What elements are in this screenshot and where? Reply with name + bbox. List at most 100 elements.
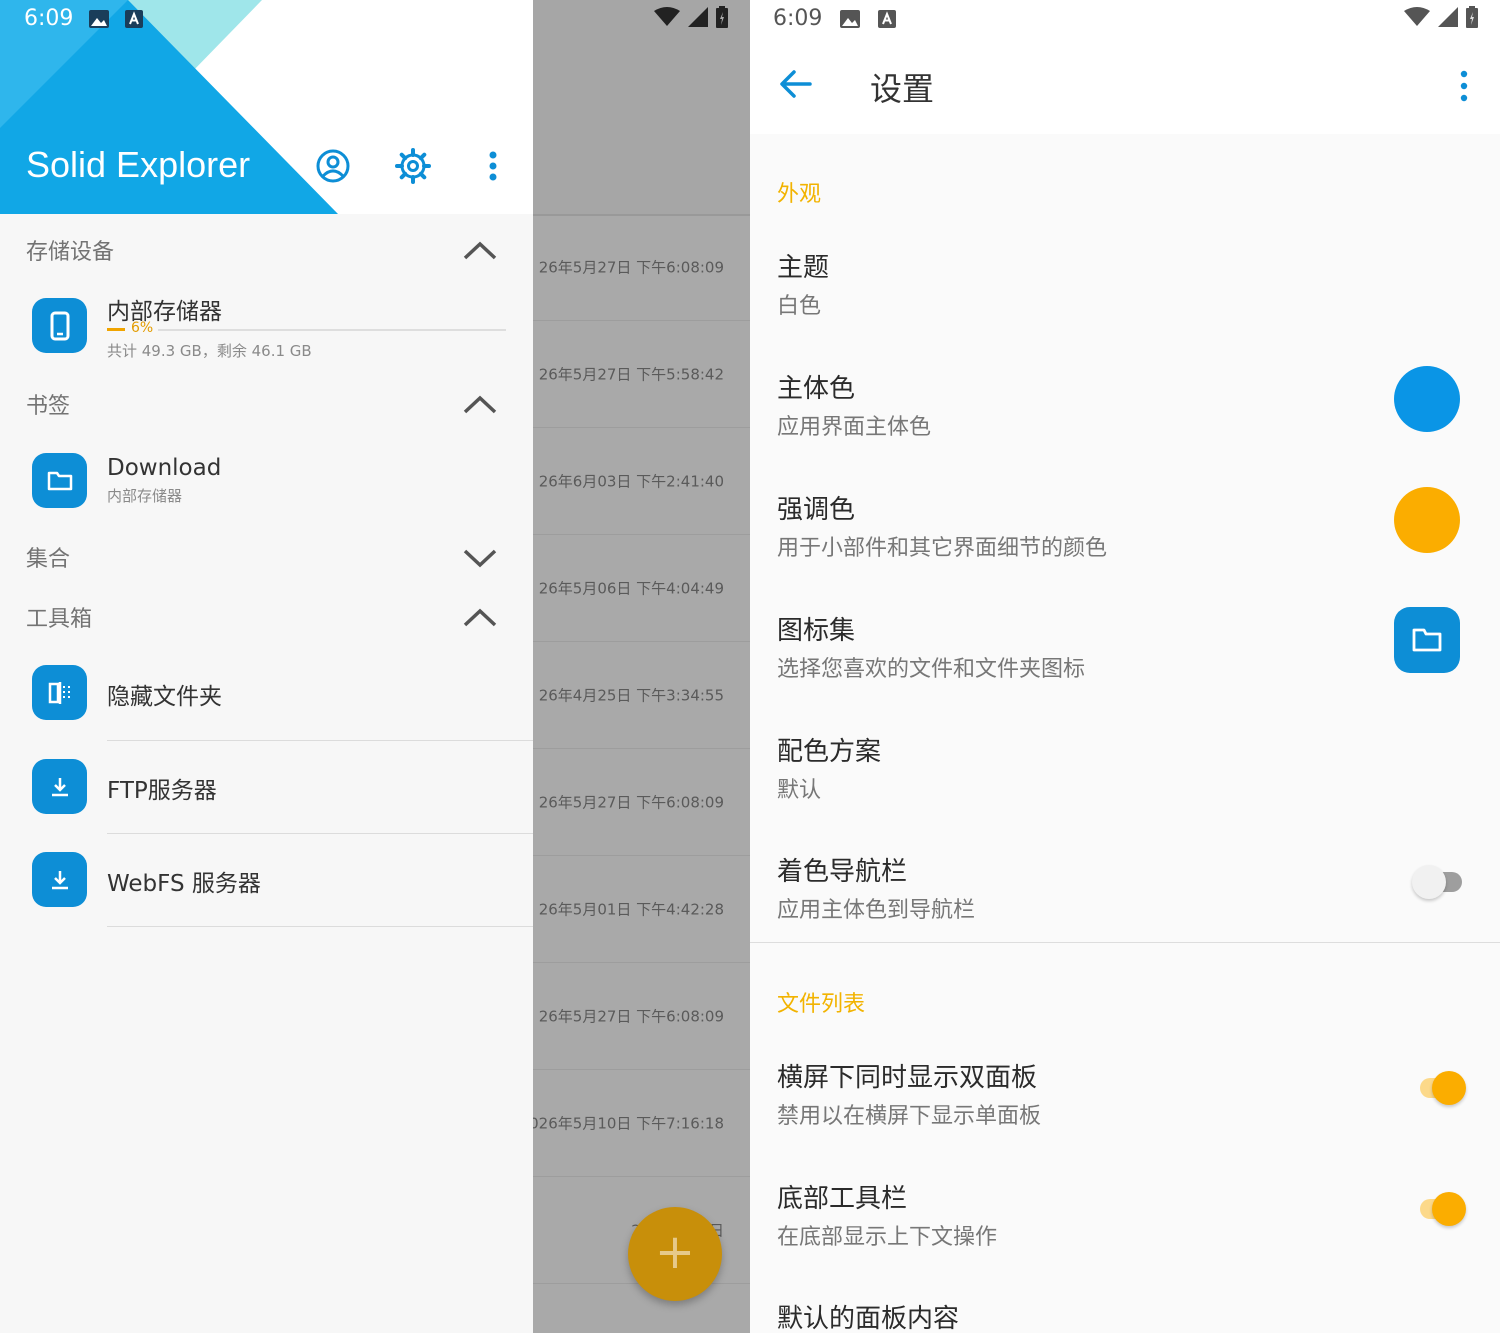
pref-title: 底部工具栏 [777,1184,908,1214]
overflow-menu-icon[interactable] [473,146,513,186]
background-row: 26年5月01日 下午4:42:28 [533,856,750,963]
dual-pane-toggle[interactable] [1412,1070,1466,1106]
account-icon[interactable] [313,146,353,186]
row-timestamp: 26年5月27日 下午6:08:09 [538,793,724,812]
download-icon [32,759,87,814]
status-bar-left: 6:09 [773,6,897,31]
bookmark-title: Download [107,455,222,481]
bottom-toolbar-toggle[interactable] [1412,1191,1466,1227]
tool-label: FTP服务器 [107,778,217,804]
pref-summary: 用于小部件和其它界面细节的颜色 [777,536,1108,561]
row-timestamp: 26年5月27日 下午5:58:42 [538,365,724,384]
pref-summary: 白色 [777,294,822,319]
storage-progress-track [158,329,506,331]
screenshot-root: 26年5月27日 下午6:08:09 26年5月27日 下午5:58:42 26年6… [0,0,1500,1333]
hidden-folder-icon [32,665,87,720]
battery-icon [716,6,728,28]
bookmark-subtitle: 内部存储器 [107,487,183,505]
section-collections-header[interactable]: 集合 [26,541,70,573]
pref-title: 配色方案 [777,737,882,767]
pref-theme[interactable]: 主题 白色 [777,247,1477,320]
toggle-knob [1432,1192,1466,1226]
pref-accent-color[interactable]: 强调色 用于小部件和其它界面细节的颜色 [777,489,1477,562]
add-fab-button[interactable]: + [628,1207,722,1301]
signal-icon [1438,7,1458,27]
battery-icon [1466,6,1478,28]
pref-summary: 在底部显示上下文操作 [777,1225,998,1250]
background-row: 26年5月27日 下午6:08:09 [533,214,750,321]
background-file-list: 26年5月27日 下午6:08:09 26年5月27日 下午5:58:42 26年6… [529,0,750,1333]
tint-navbar-toggle[interactable] [1412,864,1466,900]
pref-bottom-toolbar[interactable]: 底部工具栏 在底部显示上下文操作 [777,1178,1477,1251]
chevron-up-icon[interactable] [460,390,500,420]
drawer-header: 6:09 Solid Explorer [0,0,533,214]
storage-progress-fill [107,328,125,331]
chevron-down-icon[interactable] [460,543,500,573]
pref-title: 图标集 [777,616,856,646]
plus-icon: + [654,1224,696,1280]
storage-details-row: 共计 49.3 GB，剩余 46.1 GB [32,340,532,362]
section-toolbox-header[interactable]: 工具箱 [26,601,92,633]
pref-color-scheme[interactable]: 配色方案 默认 [777,731,1477,804]
status-bar-left: 6:09 [24,6,144,31]
left-screen: 26年5月27日 下午6:08:09 26年5月27日 下午5:58:42 26年6… [0,0,750,1333]
chevron-up-icon[interactable] [460,603,500,633]
tool-hidden-folders[interactable]: 隐藏文件夹 [32,665,532,725]
pref-title: 强调色 [777,495,856,525]
status-time: 6:09 [773,6,823,31]
section-bookmarks-header[interactable]: 书签 [26,388,70,420]
signal-icon [688,7,708,27]
navigation-drawer: 6:09 Solid Explorer 存储设备 内部存储器 6% 共计 49.… [0,0,533,1333]
tool-ftp-server[interactable]: FTP服务器 [32,759,532,819]
primary-color-swatch[interactable] [1394,366,1460,432]
storage-details: 共计 49.3 GB，剩余 46.1 GB [107,342,312,360]
overflow-menu-icon[interactable] [1454,68,1474,104]
pref-tint-navbar[interactable]: 着色导航栏 应用主体色到导航栏 [777,851,1477,924]
storage-title: 内部存储器 [107,299,222,325]
divider [107,833,533,834]
download-icon [32,852,87,907]
pref-summary: 应用界面主体色 [777,415,932,440]
tool-label: 隐藏文件夹 [107,684,222,710]
section-divider [750,942,1500,943]
toggle-knob [1432,1071,1466,1105]
right-screen: 6:09 设置 外观 主题 白色 主体色 应用界面主体色 强调色 用于小部件和其… [750,0,1500,1333]
row-timestamp: 26年5月27日 下午6:08:09 [538,1007,724,1026]
accent-color-swatch[interactable] [1394,487,1460,553]
row-timestamp: 026年5月10日 下午7:16:18 [529,1114,724,1133]
wifi-icon [1404,7,1430,26]
pref-dual-pane[interactable]: 横屏下同时显示双面板 禁用以在横屏下显示单面板 [777,1057,1477,1130]
background-row: 26年5月06日 下午4:04:49 [533,535,750,642]
image-notification-icon [840,9,861,28]
background-row: 26年4月25日 下午3:34:55 [533,642,750,749]
tool-webfs-server[interactable]: WebFS 服务器 [32,852,532,912]
wifi-icon [654,7,680,26]
chevron-up-icon[interactable] [460,236,500,266]
background-row: 26年6月03日 下午2:41:40 [533,428,750,535]
background-row: 026年5月10日 下午7:16:18 [529,1070,750,1177]
status-icons [654,6,728,28]
bookmark-download-item[interactable]: Download 内部存储器 [32,453,532,513]
category-appearance: 外观 [777,182,822,207]
pref-default-pane-content[interactable]: 默认的面板内容 [777,1298,1477,1333]
folder-icon [1412,628,1442,652]
a-notification-icon [125,9,144,28]
row-timestamp: 26年5月27日 下午6:08:09 [538,258,724,277]
status-time: 6:09 [24,6,74,31]
pref-icon-set[interactable]: 图标集 选择您喜欢的文件和文件夹图标 [777,610,1477,683]
pref-title: 横屏下同时显示双面板 [777,1063,1038,1093]
pref-summary: 应用主体色到导航栏 [777,898,976,923]
back-arrow-icon[interactable] [778,66,814,102]
category-file-list: 文件列表 [777,992,866,1017]
row-timestamp: 26年5月06日 下午4:04:49 [538,579,724,598]
settings-gear-icon[interactable] [393,146,433,186]
icon-set-preview[interactable] [1394,607,1460,673]
status-icons [1404,6,1478,28]
section-storage-header[interactable]: 存储设备 [26,234,114,266]
tool-label: WebFS 服务器 [107,871,261,897]
image-notification-icon [89,9,110,28]
divider [107,740,533,741]
pref-title: 着色导航栏 [777,857,908,887]
pref-primary-color[interactable]: 主体色 应用界面主体色 [777,368,1477,441]
pref-summary: 禁用以在横屏下显示单面板 [777,1104,1042,1129]
